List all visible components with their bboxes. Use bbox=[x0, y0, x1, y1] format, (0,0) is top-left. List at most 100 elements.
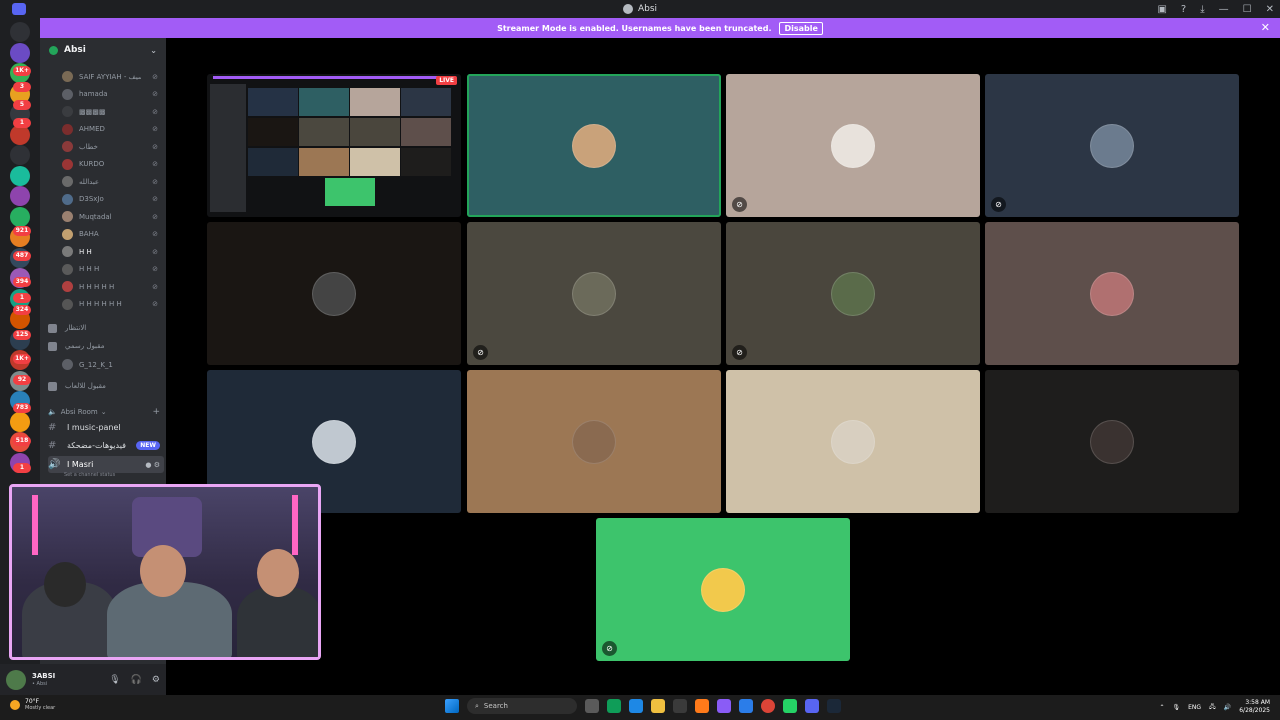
participant-tile[interactable]: ⊘ bbox=[596, 518, 850, 661]
system-tray: ⌃ 🎙 ENG 🖧 🔊 3:58 AM 6/28/2025 bbox=[1159, 699, 1270, 715]
participant-tile[interactable] bbox=[726, 370, 980, 513]
screenshare-mini-tile bbox=[248, 148, 298, 176]
file-explorer-icon[interactable] bbox=[651, 699, 665, 713]
volume-icon[interactable]: 🔊 bbox=[1224, 704, 1231, 711]
download-icon[interactable]: ⤓ bbox=[1200, 4, 1204, 15]
inbox-icon[interactable]: ▣ bbox=[1157, 4, 1166, 15]
voice-member[interactable]: H H ⊘ bbox=[62, 243, 164, 260]
channel-name: I Masri bbox=[67, 460, 94, 469]
whatsapp-icon[interactable] bbox=[783, 699, 797, 713]
participant-tile[interactable]: ⊘ bbox=[726, 222, 980, 365]
participant-tile[interactable] bbox=[467, 370, 721, 513]
windows-start-icon[interactable] bbox=[445, 699, 459, 713]
participant-tile[interactable] bbox=[467, 74, 721, 217]
network-icon[interactable]: 🖧 bbox=[1209, 702, 1216, 712]
copilot-icon[interactable] bbox=[629, 699, 643, 713]
discord-icon[interactable] bbox=[805, 699, 819, 713]
guild-header[interactable]: Absi ⌄ bbox=[40, 38, 166, 62]
chevron-down-icon: ⌄ bbox=[150, 45, 157, 55]
voice-member[interactable]: H H H ⊘ bbox=[62, 261, 164, 278]
minimize-icon[interactable]: — bbox=[1219, 4, 1229, 15]
member-name: H H H bbox=[79, 265, 100, 273]
notepad-icon[interactable] bbox=[739, 699, 753, 713]
muted-mic-icon: ⊘ bbox=[991, 197, 1006, 212]
avatar bbox=[62, 158, 73, 170]
voice-member[interactable]: Muqtadal ⊘ bbox=[62, 208, 164, 225]
screenshare-mini-tile bbox=[401, 148, 451, 176]
participant-tile[interactable] bbox=[985, 370, 1239, 513]
server-icon[interactable] bbox=[10, 186, 30, 206]
server-icon[interactable] bbox=[10, 165, 30, 186]
task-view-icon[interactable] bbox=[585, 699, 599, 713]
voice-member-g12[interactable]: G_12_K_1 bbox=[62, 356, 164, 373]
headphones-icon[interactable]: 🎧 bbox=[131, 675, 142, 685]
voice-member[interactable]: SAIF AYYIAH - سيف ⊘ bbox=[62, 68, 164, 85]
voice-member[interactable]: hamada ⊘ bbox=[62, 86, 164, 103]
search-icon: ⌕ bbox=[475, 701, 479, 710]
app-icon[interactable] bbox=[717, 699, 731, 713]
voice-member[interactable]: H H H H H H ⊘ bbox=[62, 296, 164, 313]
voice-channel-name: مقبول رسمي bbox=[65, 342, 105, 350]
participant-tile[interactable]: ⊘ bbox=[985, 74, 1239, 217]
deafened-icon: ⊘ bbox=[152, 265, 158, 273]
maximize-icon[interactable]: ☐ bbox=[1243, 4, 1252, 15]
chevron-up-icon[interactable]: ⌃ bbox=[1159, 704, 1164, 711]
channel-status-hint[interactable]: Set a channel status bbox=[64, 472, 115, 478]
steam-icon[interactable] bbox=[827, 699, 841, 713]
voice-member[interactable]: BAHA ⊘ bbox=[62, 226, 164, 243]
server-icon[interactable] bbox=[10, 22, 30, 42]
close-window-icon[interactable]: ✕ bbox=[1266, 4, 1274, 15]
participant-tile[interactable] bbox=[207, 222, 461, 365]
chevron-down-icon: ⌄ bbox=[100, 408, 107, 416]
mention-badge: 1 bbox=[13, 463, 31, 473]
participant-tile[interactable]: ⊘ bbox=[467, 222, 721, 365]
voice-channel-1[interactable]: الانتظار bbox=[48, 320, 164, 336]
server-icon[interactable] bbox=[10, 411, 30, 432]
voice-channel-3[interactable]: مقبول للالعاب bbox=[48, 378, 164, 394]
text-channel-funny-videos[interactable]: # فيديوهات-مضحكة NEW bbox=[48, 437, 164, 454]
voice-member[interactable]: H H H H H ⊘ bbox=[62, 278, 164, 295]
voice-member[interactable]: عبدالله ⊘ bbox=[62, 173, 164, 190]
store-icon[interactable] bbox=[673, 699, 687, 713]
weather-desc: Mostly clear bbox=[25, 705, 56, 711]
chrome-icon[interactable] bbox=[761, 699, 775, 713]
disable-streamer-mode-button[interactable]: Disable bbox=[779, 21, 823, 35]
mention-badge: 487 bbox=[13, 251, 31, 261]
mention-badge: 518 bbox=[13, 436, 31, 446]
server-icon[interactable] bbox=[10, 145, 30, 165]
server-icon[interactable] bbox=[10, 42, 30, 63]
microphone-tray-icon[interactable]: 🎙 bbox=[1172, 704, 1180, 711]
voice-member[interactable]: AHMED ⊘ bbox=[62, 121, 164, 138]
guild-name: Absi bbox=[64, 45, 86, 55]
close-banner-icon[interactable]: ✕ bbox=[1261, 21, 1270, 34]
help-icon[interactable]: ? bbox=[1181, 4, 1186, 15]
text-channel-masri[interactable]: 🔊 I Masri ● ⚙ bbox=[48, 456, 164, 473]
weather-widget[interactable]: 70°F Mostly clear bbox=[10, 698, 55, 712]
participant-tile[interactable]: ⊘ bbox=[726, 74, 980, 217]
voice-member[interactable]: D3SxJo ⊘ bbox=[62, 191, 164, 208]
avatar[interactable] bbox=[6, 669, 26, 690]
voice-member[interactable]: خطاب ⊘ bbox=[62, 138, 164, 155]
server-icon[interactable] bbox=[10, 206, 30, 227]
category-absi-room[interactable]: 🔈 Absi Room ⌄ + bbox=[48, 405, 164, 419]
text-channel-music-panel[interactable]: # I music-panel bbox=[48, 419, 164, 436]
edge-browser-icon[interactable] bbox=[607, 699, 621, 713]
app-icon[interactable] bbox=[695, 699, 709, 713]
voice-member[interactable]: KURDO ⊘ bbox=[62, 156, 164, 173]
participant-tile[interactable] bbox=[985, 222, 1239, 365]
category-icon: 🔈 bbox=[48, 408, 57, 416]
member-name: SAIF AYYIAH - سيف bbox=[79, 72, 141, 81]
channel-settings-icon[interactable]: ● ⚙ bbox=[145, 461, 160, 469]
microphone-icon[interactable]: 🎙 bbox=[109, 675, 120, 685]
settings-gear-icon[interactable]: ⚙ bbox=[152, 675, 160, 685]
screenshare-tile[interactable]: LIVE bbox=[207, 74, 461, 217]
add-channel-icon[interactable]: + bbox=[152, 407, 160, 417]
language-indicator[interactable]: ENG bbox=[1188, 704, 1201, 711]
deafened-icon: ⊘ bbox=[152, 90, 158, 98]
screenshare-mini-tile bbox=[299, 148, 349, 176]
deafened-icon: ⊘ bbox=[152, 212, 158, 221]
voice-member[interactable]: ▩▩▩▩ ⊘ bbox=[62, 103, 164, 120]
voice-channel-2[interactable]: مقبول رسمي bbox=[48, 338, 164, 354]
clock[interactable]: 3:58 AM 6/28/2025 bbox=[1239, 699, 1270, 715]
taskbar-search[interactable]: ⌕ Search bbox=[467, 698, 577, 714]
